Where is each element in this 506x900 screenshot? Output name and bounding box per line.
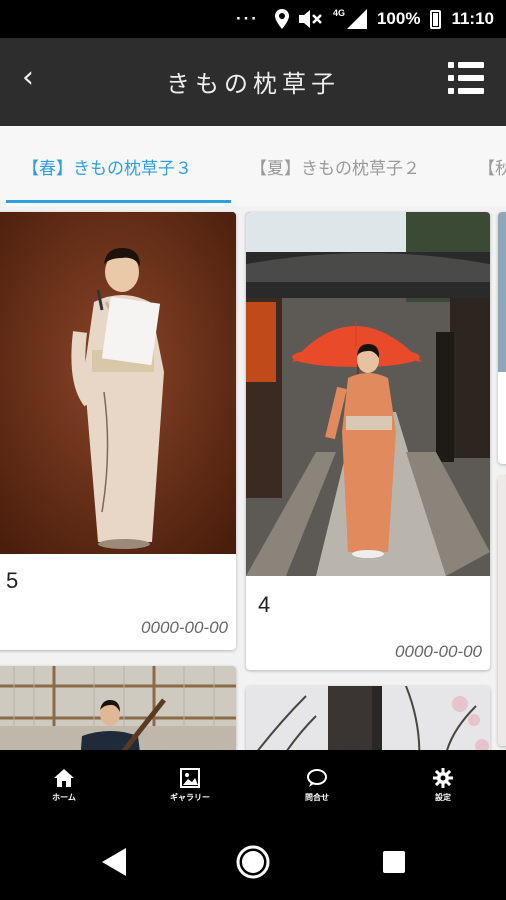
battery-percent: 100%: [376, 9, 421, 28]
gallery-icon: [180, 768, 200, 788]
clock: 11:10: [451, 9, 494, 28]
tab-indicator: [6, 200, 231, 203]
card-photo: [0, 666, 236, 750]
card-photo: [498, 476, 506, 746]
battery-icon: [430, 9, 442, 29]
home-icon: [54, 769, 74, 787]
tab-autumn[interactable]: 【秋: [478, 154, 506, 179]
nav-gallery[interactable]: ギャラリー: [150, 768, 230, 803]
system-home-icon[interactable]: [235, 844, 271, 880]
gallery-card[interactable]: 5 0000-00-00: [0, 212, 236, 650]
card-photo: [498, 212, 506, 372]
gear-icon: [433, 768, 453, 788]
status-bar: ··· 4G 100% 11:10: [0, 0, 506, 38]
card-photo: [0, 212, 236, 554]
nav-label: ギャラリー: [170, 793, 210, 802]
nav-home[interactable]: ホーム: [24, 768, 104, 803]
app-bar: ‹ きもの枕草子: [0, 38, 506, 126]
card-photo: [246, 212, 490, 576]
nav-label: ホーム: [52, 793, 76, 802]
mute-icon: [298, 10, 322, 28]
system-back-icon[interactable]: [100, 846, 128, 878]
card-date: 0000-00-00: [395, 642, 482, 661]
signal-icon: [346, 9, 367, 29]
card-number: 4: [258, 592, 271, 617]
nav-label: 問合せ: [305, 793, 329, 802]
tab-spring[interactable]: 【春】きもの枕草子３: [22, 154, 192, 179]
tab-bar: 【春】きもの枕草子３ 【夏】きもの枕草子２ 【秋: [0, 126, 506, 206]
gallery-card[interactable]: [498, 212, 506, 464]
location-icon: [274, 9, 289, 29]
menu-list-icon[interactable]: [448, 62, 484, 94]
page-title: きもの枕草子: [166, 70, 340, 98]
nav-settings[interactable]: 設定: [403, 768, 483, 803]
gallery-card[interactable]: [0, 666, 236, 750]
nav-contact[interactable]: 問合せ: [277, 768, 357, 803]
tab-summer[interactable]: 【夏】きもの枕草子２: [250, 154, 420, 179]
card-number: 5: [6, 568, 19, 593]
chat-bubble-icon: [307, 769, 327, 787]
gallery-card[interactable]: 4 0000-00-00: [246, 212, 490, 670]
notification-dots: ···: [235, 9, 259, 28]
nav-label: 設定: [435, 793, 451, 802]
system-navigation-bar: [0, 828, 506, 900]
bottom-navigation: ホーム ギャラリー 問合せ 設定: [0, 750, 506, 828]
system-recents-icon[interactable]: [382, 850, 406, 874]
gallery-card[interactable]: [246, 686, 490, 750]
gallery-card[interactable]: [498, 476, 506, 746]
gallery-grid: 5 0000-00-00 4 0000-00-00: [0, 206, 506, 750]
network-type: 4G: [332, 8, 345, 18]
card-date: 0000-00-00: [141, 618, 228, 637]
card-photo: [246, 686, 490, 750]
